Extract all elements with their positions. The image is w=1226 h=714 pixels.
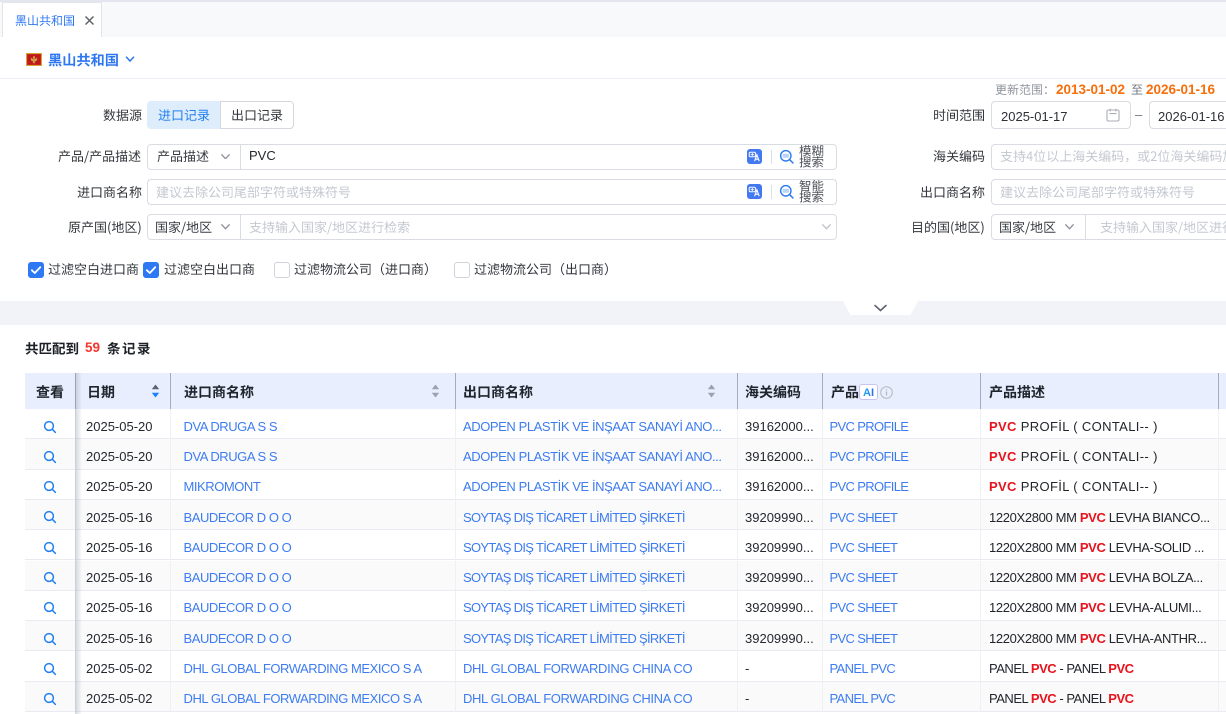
svg-text:AI: AI	[863, 387, 874, 399]
